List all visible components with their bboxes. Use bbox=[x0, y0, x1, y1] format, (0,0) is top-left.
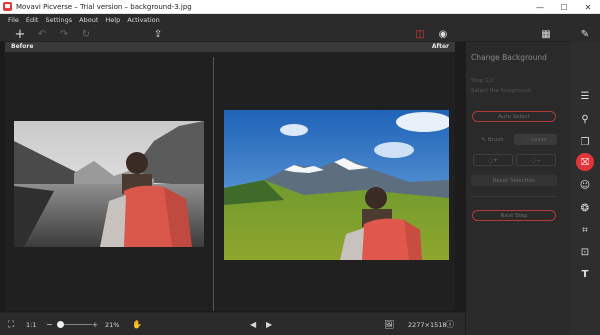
next-image-button[interactable]: ▶ bbox=[266, 313, 272, 335]
after-label: After bbox=[431, 43, 449, 50]
reset-selection-button[interactable]: Reset Selection bbox=[471, 175, 557, 186]
after-image bbox=[224, 110, 449, 260]
undo-icon[interactable]: ↶ bbox=[35, 26, 49, 42]
lasso-tool-button[interactable]: ◌ Lasso bbox=[514, 134, 557, 145]
menu-about[interactable]: About bbox=[79, 16, 98, 24]
compare-view-icon[interactable]: ◫ bbox=[413, 26, 427, 42]
image-dimensions: 2277×1518 bbox=[408, 320, 447, 329]
grid-view-icon[interactable]: ▦ bbox=[539, 26, 553, 42]
menu-bar: File Edit Settings About Help Activation bbox=[0, 14, 600, 26]
lasso-icon: ◌ bbox=[524, 136, 530, 143]
preview-eye-icon[interactable]: ◉ bbox=[436, 26, 450, 42]
change-background-icon[interactable]: ⛝ bbox=[576, 153, 594, 171]
before-after-header: Before After bbox=[5, 42, 455, 52]
panel-title: Change Background bbox=[471, 53, 547, 62]
fit-screen-icon[interactable]: ⛶ bbox=[8, 313, 14, 335]
redo-icon[interactable]: ↷ bbox=[57, 26, 71, 42]
window-title: Movavi Picverse – Trial version – backgr… bbox=[16, 2, 192, 11]
menu-help[interactable]: Help bbox=[105, 16, 120, 24]
reset-icon[interactable]: ↻ bbox=[79, 26, 93, 42]
menu-edit[interactable]: Edit bbox=[26, 16, 39, 24]
image-icon[interactable]: 🖼 bbox=[384, 313, 394, 335]
stamp-icon[interactable]: ⚲ bbox=[576, 110, 594, 128]
face-retouch-icon[interactable]: ☺ bbox=[576, 176, 594, 194]
export-icon[interactable]: ⇪ bbox=[151, 26, 165, 42]
minimize-button[interactable]: — bbox=[528, 0, 552, 14]
add-selection-button[interactable]: ◌ + bbox=[473, 154, 513, 166]
step-description: Select the foreground bbox=[471, 88, 531, 94]
lasso-label: Lasso bbox=[531, 136, 547, 143]
previous-image-button[interactable]: ◀ bbox=[250, 313, 256, 335]
tool-rail: ☰ ⚲ ❐ ⛝ ☺ ❂ ⌗ ⊡ T bbox=[570, 42, 600, 335]
zoom-out-button[interactable]: − bbox=[46, 313, 53, 335]
filters-icon[interactable]: ❂ bbox=[576, 199, 594, 217]
edit-pencil-icon[interactable]: ✎ bbox=[578, 26, 592, 42]
adjust-sliders-icon[interactable]: ☰ bbox=[576, 87, 594, 105]
app-window: Movavi Picverse – Trial version – backgr… bbox=[0, 0, 600, 335]
auto-select-button[interactable]: Auto Select bbox=[472, 111, 556, 122]
bottom-bar: ⛶ 1:1 − + 21% ✋ ◀ ▶ 🖼 2277×1518 ⓘ bbox=[0, 312, 465, 335]
crop-icon[interactable]: ⌗ bbox=[576, 221, 594, 239]
hand-tool-icon[interactable]: ✋ bbox=[132, 313, 142, 335]
menu-activation[interactable]: Activation bbox=[127, 16, 160, 24]
zoom-in-button[interactable]: + bbox=[92, 313, 98, 335]
next-step-button[interactable]: Next Step bbox=[472, 210, 556, 221]
add-icon[interactable]: + bbox=[13, 26, 27, 42]
step-indicator: Step 1/2 bbox=[471, 78, 495, 84]
before-label: Before bbox=[11, 43, 34, 50]
subtract-selection-button[interactable]: ◌ − bbox=[516, 154, 556, 166]
menu-file[interactable]: File bbox=[8, 16, 19, 24]
transform-icon[interactable]: ⊡ bbox=[576, 243, 594, 261]
rail-header: ✎ bbox=[570, 26, 600, 42]
toolbar: + ↶ ↷ ↻ ⇪ ◫ ◉ ▦ bbox=[0, 26, 600, 42]
add-label: + bbox=[493, 156, 499, 164]
zoom-percent: 21% bbox=[105, 320, 120, 329]
subtract-label: − bbox=[536, 156, 542, 164]
compare-divider[interactable] bbox=[213, 57, 214, 311]
actual-size-button[interactable]: 1:1 bbox=[26, 313, 36, 335]
info-icon[interactable]: ⓘ bbox=[446, 313, 454, 335]
layers-icon[interactable]: ❐ bbox=[576, 133, 594, 151]
change-background-panel: Change Background Step 1/2 Select the fo… bbox=[465, 42, 570, 335]
panel-divider bbox=[471, 196, 557, 197]
zoom-slider-thumb[interactable] bbox=[57, 321, 64, 328]
before-image bbox=[14, 121, 204, 247]
brush-label: Brush bbox=[487, 136, 504, 143]
menu-settings[interactable]: Settings bbox=[45, 16, 72, 24]
text-tool-icon[interactable]: T bbox=[576, 265, 594, 283]
close-button[interactable]: ✕ bbox=[576, 0, 600, 14]
brush-icon: ✎ bbox=[481, 136, 486, 143]
app-logo-icon bbox=[3, 2, 12, 11]
maximize-button[interactable]: ☐ bbox=[552, 0, 576, 14]
title-bar: Movavi Picverse – Trial version – backgr… bbox=[0, 0, 600, 14]
brush-tool-button[interactable]: ✎ Brush bbox=[471, 134, 514, 145]
window-controls: — ☐ ✕ bbox=[528, 0, 600, 14]
